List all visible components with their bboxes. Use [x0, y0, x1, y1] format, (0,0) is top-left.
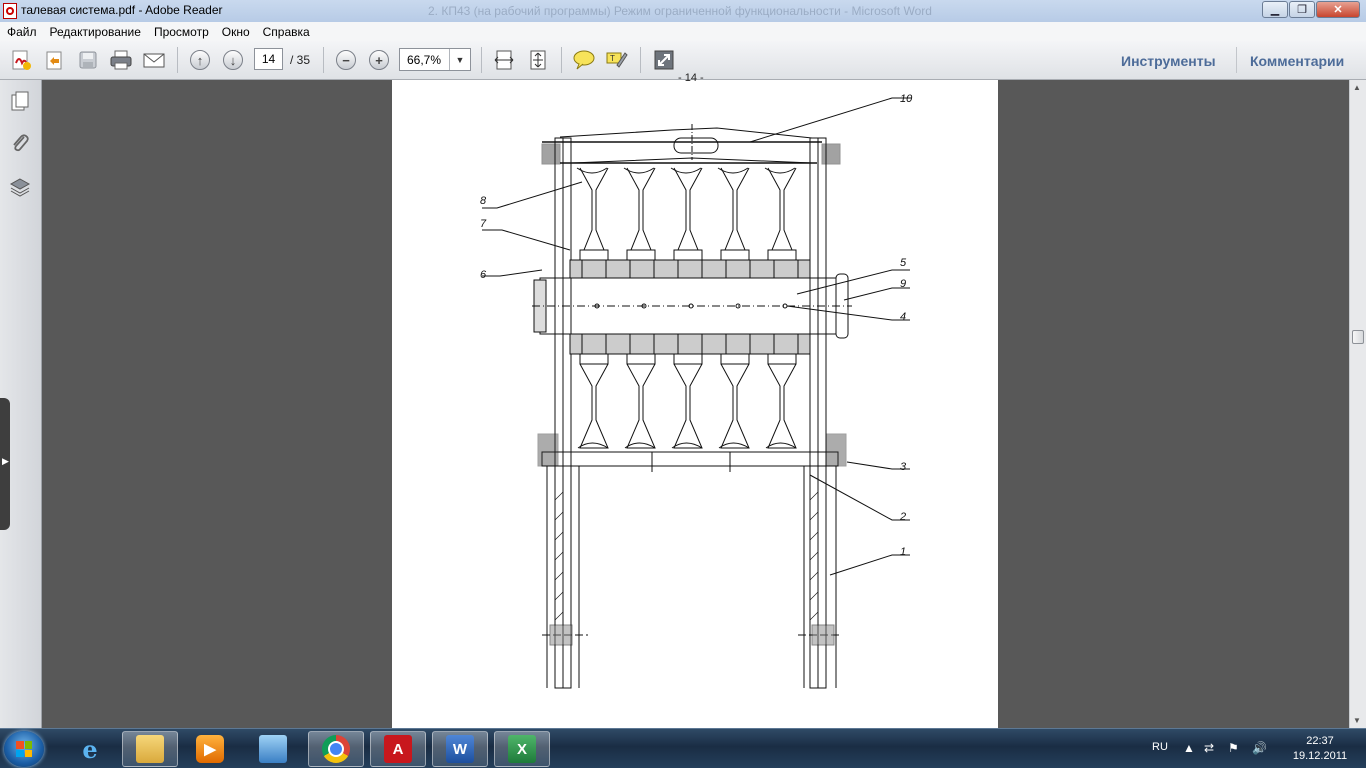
print-icon[interactable]: [108, 48, 134, 72]
callout-5: 5: [900, 257, 907, 269]
callout-2: 2: [899, 511, 906, 523]
create-pdf-icon[interactable]: [8, 48, 34, 72]
callout-8: 8: [480, 195, 487, 207]
page-header-number: - 14 -: [678, 72, 704, 84]
page-total: / 35: [290, 53, 311, 67]
close-button[interactable]: ✕: [1316, 1, 1360, 18]
expand-pane-handle[interactable]: ▶: [0, 398, 10, 530]
title-bar: талевая система.pdf - Adobe Reader 2. КП…: [0, 0, 1366, 22]
next-page-icon[interactable]: ↓: [220, 48, 246, 72]
highlight-icon[interactable]: T: [604, 48, 630, 72]
menu-view[interactable]: Просмотр: [147, 25, 215, 39]
menu-file[interactable]: Файл: [0, 25, 43, 39]
fit-page-icon[interactable]: [525, 48, 551, 72]
explorer-icon: [136, 735, 164, 763]
save-icon[interactable]: [75, 48, 101, 72]
excel-icon: X: [508, 735, 536, 763]
callout-1: 1: [900, 546, 906, 558]
zoom-select[interactable]: 66,7% ▼: [399, 48, 471, 71]
previous-page-icon[interactable]: ↑: [187, 48, 213, 72]
volume-icon[interactable]: 🔊: [1252, 741, 1267, 755]
callout-10: 10: [900, 93, 913, 105]
attachments-icon[interactable]: [9, 132, 31, 154]
page-number-input[interactable]: 14: [254, 48, 283, 70]
navigation-pane: ▶: [0, 80, 42, 728]
fit-width-icon[interactable]: [491, 48, 517, 72]
word-icon: W: [446, 735, 474, 763]
taskbar-chrome[interactable]: [308, 731, 364, 767]
chevron-down-icon[interactable]: ▼: [449, 49, 470, 70]
vertical-scrollbar[interactable]: ▲ ▼: [1349, 80, 1366, 728]
zoom-in-icon[interactable]: +: [366, 48, 392, 72]
chrome-icon: [322, 735, 350, 763]
taskbar-excel[interactable]: X: [494, 731, 550, 767]
fullscreen-icon[interactable]: [651, 48, 677, 72]
scroll-up-icon[interactable]: ▲: [1353, 83, 1361, 92]
menu-window[interactable]: Окно: [215, 25, 256, 39]
menu-bar: Файл Редактирование Просмотр Окно Справк…: [0, 22, 1366, 41]
background-window-title: 2. КП43 (на рабочий программы) Режим огр…: [428, 4, 932, 18]
language-indicator[interactable]: RU: [1152, 741, 1168, 753]
window-title: талевая система.pdf - Adobe Reader: [21, 3, 223, 17]
callout-3: 3: [900, 461, 907, 473]
tools-panel-link[interactable]: Инструменты: [1121, 53, 1216, 69]
zoom-out-icon[interactable]: −: [333, 48, 359, 72]
taskbar-ie[interactable]: e: [62, 731, 118, 767]
taskbar-adobe-reader[interactable]: A: [370, 731, 426, 767]
technical-drawing: 10 8 7 6 5 9 4 3 2 1: [480, 93, 913, 689]
start-button[interactable]: [4, 731, 44, 767]
taskbar-explorer[interactable]: [122, 731, 178, 767]
chevron-right-icon: ▶: [2, 456, 9, 466]
comment-icon[interactable]: [571, 48, 597, 72]
adobe-reader-icon: A: [384, 735, 412, 763]
menu-help[interactable]: Справка: [256, 25, 316, 39]
zoom-value: 66,7%: [407, 53, 442, 67]
scroll-down-icon[interactable]: ▼: [1353, 716, 1361, 725]
callout-6: 6: [480, 269, 487, 281]
email-icon[interactable]: [141, 48, 167, 72]
clock-date: 19.12.2011: [1292, 750, 1348, 762]
svg-text:T: T: [610, 54, 615, 63]
media-player-icon: ▶: [196, 735, 224, 763]
photo-viewer-icon: [259, 735, 287, 763]
minimize-button[interactable]: ▁: [1262, 1, 1288, 18]
pdf-page: 10 8 7 6 5 9 4 3 2 1: [392, 80, 998, 728]
windows-logo-icon: [16, 741, 32, 757]
adobe-reader-app-icon: [3, 3, 17, 19]
ie-icon: e: [82, 734, 98, 764]
restore-button[interactable]: ❐: [1289, 1, 1315, 18]
comments-panel-link[interactable]: Комментарии: [1250, 53, 1344, 69]
taskbar-word[interactable]: W: [432, 731, 488, 767]
menu-edit[interactable]: Редактирование: [43, 25, 147, 39]
callout-9: 9: [900, 278, 906, 290]
show-hidden-icons-icon[interactable]: ▲: [1183, 741, 1195, 755]
network-switch-icon[interactable]: ⇄: [1204, 741, 1214, 755]
clock[interactable]: 22:37 19.12.2011: [1288, 734, 1352, 764]
callout-4: 4: [900, 311, 906, 323]
page-thumbnails-icon[interactable]: [9, 90, 31, 112]
callout-7: 7: [480, 218, 487, 230]
layers-icon[interactable]: [9, 176, 31, 198]
taskbar-media-player[interactable]: ▶: [182, 731, 238, 767]
action-center-icon[interactable]: ⚑: [1228, 741, 1239, 755]
taskbar: e ▶ A W X RU ▲ ⇄ ⚑ 🔊 22:37 19.12.2011: [0, 728, 1366, 768]
clock-time: 22:37: [1306, 735, 1334, 747]
scroll-thumb[interactable]: [1352, 330, 1364, 344]
taskbar-photo-viewer[interactable]: [245, 731, 301, 767]
open-icon[interactable]: [41, 48, 67, 72]
